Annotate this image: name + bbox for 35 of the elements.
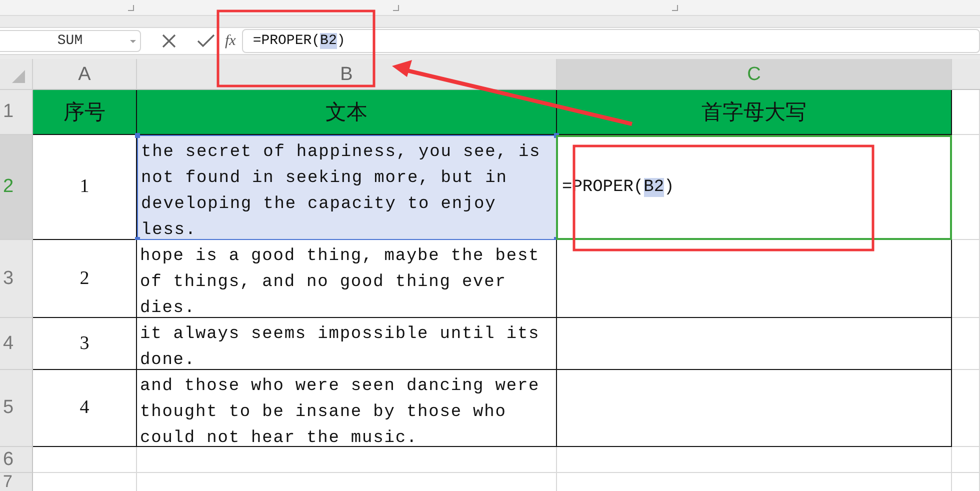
table-cell: 1 (33, 135, 137, 240)
caret-icon[interactable] (130, 40, 136, 43)
row-header[interactable]: 4 (0, 318, 33, 370)
table-cell: the secret of happiness, you see, is not found in seeking more, but in developing the capacity to enjoy less. (137, 135, 557, 240)
table-cell (952, 447, 980, 473)
dialog-launcher-icon[interactable] (128, 5, 134, 11)
header-cell: 首字母大写 (557, 90, 952, 135)
cancel-icon[interactable] (161, 33, 177, 49)
name-box[interactable]: SUM (0, 30, 141, 52)
table-cell: and those who were seen dancing were thought to be insane by those who could not hear the music. (137, 370, 557, 447)
dialog-launcher-icon[interactable] (672, 5, 678, 11)
table-cell: it always seems impossible until its done. (137, 318, 557, 370)
table-cell: 3 (33, 318, 137, 370)
table-cell: 4 (33, 370, 137, 447)
row-header[interactable]: 2 (0, 135, 33, 240)
column-header[interactable] (952, 59, 980, 90)
row-header[interactable]: 1 (0, 90, 33, 135)
row-header[interactable]: 6 (0, 447, 33, 473)
insert-function-button[interactable]: fx (225, 32, 236, 50)
header-cell: 文本 (137, 90, 557, 135)
table-cell: hope is a good thing, maybe the best of things, and no good thing ever dies. (137, 240, 557, 318)
row-header[interactable]: 5 (0, 370, 33, 447)
column-header[interactable]: C (557, 59, 952, 90)
column-header[interactable]: B (137, 59, 557, 90)
table-cell: 2 (33, 240, 137, 318)
dialog-launcher-icon[interactable] (393, 5, 399, 11)
select-all-button[interactable] (0, 59, 33, 90)
row-header[interactable]: 3 (0, 240, 33, 318)
formula-input[interactable]: =PROPER(B2) (242, 29, 980, 53)
column-header[interactable]: A (33, 59, 137, 90)
row-header[interactable]: 7 (0, 473, 33, 491)
header-cell: 序号 (33, 90, 137, 135)
check-icon[interactable] (197, 33, 215, 49)
table-cell (952, 318, 980, 370)
table-cell (952, 90, 980, 135)
